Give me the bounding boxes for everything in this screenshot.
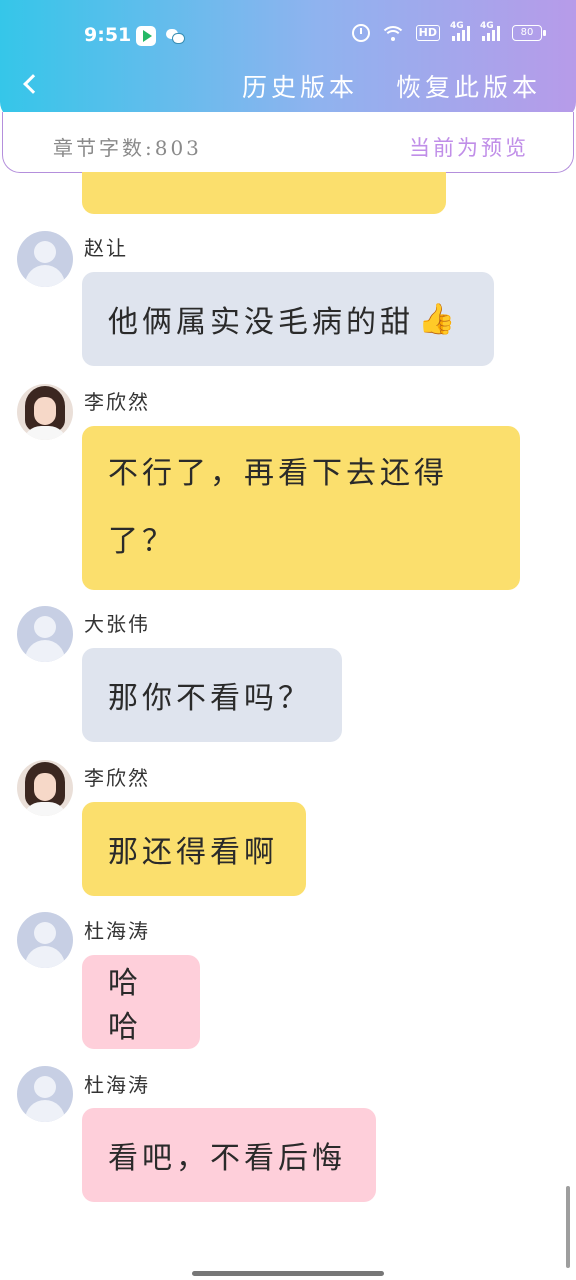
back-button[interactable] (18, 72, 44, 98)
avatar[interactable] (17, 384, 73, 440)
preview-label: 当前为预览 (409, 136, 529, 160)
message-text: 他俩属实没毛病的甜 (108, 305, 414, 340)
avatar[interactable] (17, 231, 73, 287)
avatar[interactable] (17, 912, 73, 968)
status-time: 9:51 (84, 24, 132, 46)
restore-version-button[interactable]: 恢复此版本 (396, 68, 541, 104)
wechat-icon (164, 26, 186, 46)
app-header: 9:51 HD 4G 4G 80 历史版本 恢复此版本 (0, 0, 576, 120)
sender-name: 杜海涛 (84, 919, 150, 943)
message-text-line2: 了？ (108, 524, 176, 559)
alarm-icon (351, 24, 370, 42)
message-bubble: 不行了，再看下去还得 了？ (82, 426, 520, 590)
message-text: 那你不看吗？ (108, 681, 312, 716)
sender-name: 赵让 (84, 236, 128, 260)
message-text: 哈哈 (108, 966, 142, 1045)
message-bubble: 他俩属实没毛病的甜 👍 (82, 272, 494, 366)
video-app-icon (136, 26, 156, 46)
message-bubble: 那还得看啊 (82, 802, 306, 896)
message-bubble: 哈哈 (82, 955, 200, 1049)
signal-icon: 4G (450, 21, 470, 41)
sender-name: 李欣然 (84, 766, 150, 790)
home-indicator[interactable] (192, 1271, 384, 1276)
avatar[interactable] (17, 1066, 73, 1122)
message-bubble: 看吧，不看后悔 (82, 1108, 376, 1202)
status-icons: HD 4G 4G 80 (351, 21, 546, 42)
history-versions-button[interactable]: 历史版本 (242, 68, 358, 104)
message-bubble-partial (82, 172, 446, 214)
signal-icon-2: 4G (480, 21, 500, 41)
sender-name: 李欣然 (84, 390, 150, 414)
battery-icon: 80 (512, 25, 546, 41)
chapter-info-bar: 章节字数:803 当前为预览 (2, 112, 574, 173)
avatar[interactable] (17, 606, 73, 662)
scrollbar[interactable] (566, 1186, 570, 1268)
sender-name: 杜海涛 (84, 1073, 150, 1097)
hd-icon: HD (415, 25, 440, 41)
chat-list[interactable]: 赵让 他俩属实没毛病的甜 👍 李欣然 不行了，再看下去还得 了？ 大张伟 那你不看… (0, 172, 576, 1252)
message-text: 那还得看啊 (108, 835, 278, 870)
sender-name: 大张伟 (84, 612, 150, 636)
status-bar: 9:51 HD 4G 4G 80 (0, 0, 576, 70)
message-bubble: 那你不看吗？ (82, 648, 342, 742)
avatar[interactable] (17, 760, 73, 816)
message-text: 不行了，再看下去还得 (108, 456, 448, 491)
thumbs-up-icon: 👍 (418, 301, 460, 337)
message-text: 看吧，不看后悔 (108, 1141, 346, 1176)
chapter-word-count: 章节字数:803 (53, 136, 202, 160)
wifi-icon (381, 25, 404, 41)
